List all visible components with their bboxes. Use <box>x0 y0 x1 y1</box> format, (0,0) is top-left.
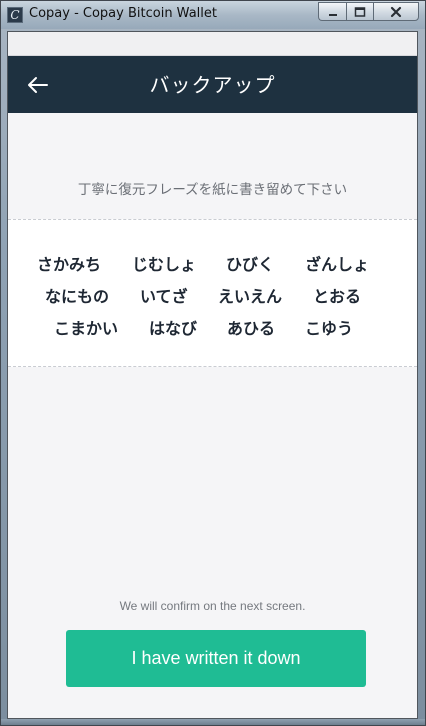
mnemonic-word: ざんしょ <box>305 255 370 274</box>
maximize-icon <box>354 6 366 17</box>
mnemonic-word: はなび <box>149 319 198 338</box>
mnemonic-words-panel: さかみち じむしょ ひびく ざんしょ なにもの いてざ えいえん とおる こまか… <box>8 219 417 367</box>
mnemonic-word: こまかい <box>54 319 119 338</box>
mnemonic-word: さかみち <box>37 255 102 274</box>
mnemonic-word: ひびく <box>226 255 275 274</box>
page-title: バックアップ <box>149 73 276 97</box>
close-icon <box>390 6 402 17</box>
mnemonic-word: あひる <box>227 319 276 338</box>
mnemonic-word: こゆう <box>305 319 354 338</box>
window-title: Copay - Copay Bitcoin Wallet <box>29 6 217 21</box>
page-header: バックアップ <box>8 56 417 113</box>
top-strip <box>8 32 417 56</box>
close-button[interactable] <box>373 2 419 21</box>
mnemonic-word: えいえん <box>218 287 283 306</box>
mnemonic-word: なにもの <box>45 287 110 306</box>
window-bottom-frame <box>1 719 425 725</box>
mnemonic-word: とおる <box>313 287 362 306</box>
mnemonic-word: いてざ <box>140 287 188 306</box>
window-controls <box>318 2 419 21</box>
copay-app-icon: C <box>7 7 23 23</box>
maximize-button[interactable] <box>346 2 373 21</box>
minimize-icon <box>328 13 337 16</box>
minimize-button[interactable] <box>318 2 346 21</box>
written-it-down-button[interactable]: I have written it down <box>66 630 366 687</box>
window-titlebar[interactable]: C Copay - Copay Bitcoin Wallet <box>1 1 425 29</box>
mnemonic-word: じむしょ <box>132 255 197 274</box>
app-window: C Copay - Copay Bitcoin Wallet バックアップ 丁寧… <box>0 0 426 726</box>
confirm-note: We will confirm on the next screen. <box>119 599 306 613</box>
backup-instruction: 丁寧に復元フレーズを紙に書き留めて下さい <box>77 182 348 198</box>
app-content: バックアップ 丁寧に復元フレーズを紙に書き留めて下さい さかみち じむしょ ひび… <box>7 31 418 719</box>
